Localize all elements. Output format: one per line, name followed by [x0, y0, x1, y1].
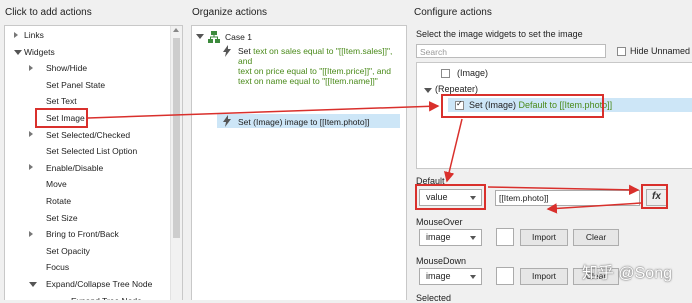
tree-item-label: Set Panel State — [46, 79, 106, 90]
left-panel: Click to add actions Links Widgets Show/Hi… — [0, 0, 184, 300]
mousedown-import-button[interactable]: Import — [520, 268, 568, 285]
tree-item-label: Bring to Front/Back — [46, 229, 119, 240]
selected-image-checkbox[interactable] — [455, 99, 464, 110]
collapse-repeater-icon[interactable] — [424, 88, 432, 93]
mouseover-import-button[interactable]: Import — [520, 229, 568, 246]
action-set-image[interactable]: Set (Image) image to [[Item.photo]] — [238, 117, 369, 127]
right-panel-title: Configure actions — [414, 7, 492, 18]
scroll-thumb[interactable] — [173, 38, 180, 238]
tree-item-label: Set Opacity — [46, 245, 90, 256]
right-panel: Configure actions Select the image widge… — [411, 0, 692, 303]
chevron-down-icon — [470, 275, 476, 279]
fx-button[interactable]: fx — [646, 189, 667, 206]
chevron-down-icon — [470, 236, 476, 240]
hide-unnamed-label: Hide Unnamed — [630, 46, 691, 56]
tree-item-label: Set Selected/Checked — [46, 129, 131, 140]
action-set-text-line4: text on name equal to "[[Item.name]]" — [238, 76, 378, 86]
middle-panel-title: Organize actions — [192, 7, 268, 18]
collapsed-arrow-icon[interactable] — [29, 131, 33, 138]
expanded-arrow-icon[interactable] — [14, 49, 22, 55]
action-set-text-line3: text on price equal to "[[Item.price]]",… — [238, 66, 391, 76]
action-set-text-line2: and — [238, 56, 253, 66]
mouseover-label: MouseOver — [416, 217, 463, 227]
image-widget-label: (Image) — [457, 68, 489, 78]
mouseover-select-value: image — [426, 232, 451, 242]
selected-image-prefix: Set (Image) — [469, 100, 519, 110]
lightning-icon — [223, 45, 231, 57]
tree-scrollbar[interactable] — [170, 26, 182, 300]
repeater-label: (Repeater) — [435, 84, 479, 94]
actions-tree: Links Widgets Show/Hide Set Panel State Set … — [4, 25, 183, 300]
action-set-text[interactable]: Set text on sales equal to "[[Item.sales… — [238, 46, 392, 86]
image-widget-list: (Image) (Repeater) Set (Image) Default t… — [416, 62, 692, 169]
action-set-text-line1: text on sales equal to "[[Item.sales]]", — [253, 46, 393, 56]
case-icon — [208, 31, 220, 43]
tree-item-label: Set Selected List Option — [46, 146, 138, 157]
action-set-image-prefix: Set — [238, 117, 254, 127]
default-value-field[interactable]: [[Item.photo]] — [495, 190, 640, 206]
mousedown-select-value: image — [426, 271, 451, 281]
collapse-case-icon[interactable] — [196, 34, 204, 39]
tree-item-label: Rotate — [46, 196, 72, 206]
middle-panel: Organize actions Case 1 Set text on sale… — [189, 0, 408, 300]
watermark: 知乎 @Song — [581, 265, 672, 282]
default-label: Default — [416, 176, 445, 186]
collapsed-arrow-icon[interactable] — [29, 64, 33, 71]
mousedown-label: MouseDown — [416, 256, 467, 266]
mousedown-image-preview — [496, 267, 514, 285]
collapsed-arrow-icon[interactable] — [14, 31, 18, 38]
tree-item-label: Move — [46, 179, 67, 190]
action-set-text-prefix: Set — [238, 46, 254, 56]
case-label: Case 1 — [225, 32, 252, 42]
tree-item-label: Set Text — [46, 96, 77, 107]
selected-label: Selected — [416, 293, 452, 303]
image-widget-checkbox[interactable] — [441, 69, 450, 78]
tree-item-label: Show/Hide — [46, 63, 88, 74]
selected-image-label: Set (Image) Default to [[Item.photo]] — [469, 100, 612, 110]
tree-item-label: Links — [24, 30, 44, 40]
scroll-up-icon[interactable] — [173, 28, 179, 32]
mouseover-clear-button[interactable]: Clear — [573, 229, 619, 246]
search-input[interactable]: Search — [416, 44, 606, 58]
action-set-image-target: (Image) image to [[Item.photo]] — [253, 117, 370, 127]
chevron-down-icon — [470, 196, 476, 200]
tree-item-label: Widgets — [24, 46, 55, 57]
mouseover-select[interactable]: image — [419, 229, 482, 246]
mousedown-select[interactable]: image — [419, 268, 482, 285]
collapsed-arrow-icon[interactable] — [29, 164, 33, 171]
selected-image-value: Default to [[Item.photo]] — [518, 100, 613, 110]
tree-item-label: Focus — [46, 262, 70, 273]
collapsed-arrow-icon[interactable] — [29, 230, 33, 237]
mouseover-image-preview — [496, 228, 514, 246]
lightning-icon — [223, 115, 231, 127]
left-panel-title: Click to add actions — [5, 7, 92, 18]
tree-item-label: Set Size — [46, 212, 78, 223]
select-widgets-label: Select the image widgets to set the imag… — [416, 29, 583, 39]
default-select-value: value — [426, 192, 448, 202]
tree-item-label: Expand/Collapse Tree Node — [46, 279, 153, 289]
tree-item-label: Enable/Disable — [46, 162, 104, 173]
default-select[interactable]: value — [419, 189, 482, 206]
expanded-arrow-icon[interactable] — [29, 282, 37, 287]
organize-actions-tree: Case 1 Set text on sales equal to "[[Ite… — [191, 25, 407, 300]
tree-item-label: Set Image — [46, 113, 85, 123]
hide-unnamed-checkbox[interactable] — [617, 47, 626, 56]
